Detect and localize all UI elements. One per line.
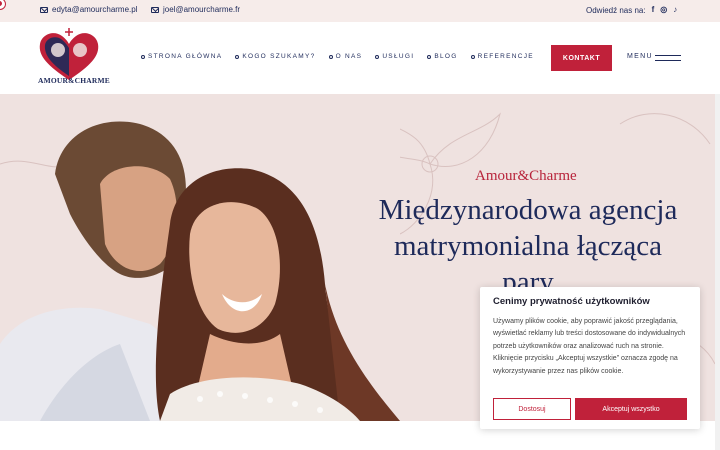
customize-cookies-button[interactable]: Dostosuj [493, 398, 571, 420]
contact-button[interactable]: KONTAKT [551, 45, 612, 71]
social-links: Odwiedź nas na: f ◎ ♪ [586, 5, 677, 15]
nav-label: REFERENCJE [477, 53, 534, 60]
page-scrollbar[interactable] [715, 94, 720, 450]
nav-item-home[interactable]: STRONA GŁÓWNA [141, 53, 222, 60]
diamond-icon [235, 54, 240, 59]
cookie-description: Używamy plików cookie, aby poprawić jako… [493, 318, 686, 375]
nav-label: KOGO SZUKAMY? [242, 53, 316, 60]
email-link-edyta[interactable]: edyta@amourcharme.pl [40, 5, 138, 14]
diamond-icon [141, 54, 145, 59]
hero-heading: Międzynarodowa agencja matrymonialna łąc… [378, 194, 678, 298]
nav-item-who-we-seek[interactable]: KOGO SZUKAMY? [235, 53, 315, 60]
hamburger-menu-icon[interactable] [655, 55, 681, 61]
cookie-title: Cenimy prywatność użytkowników [493, 296, 650, 307]
nav-label: BLOG [434, 53, 458, 60]
accept-all-cookies-button[interactable]: Akceptuj wszystko [575, 398, 687, 420]
couple-photo-image [0, 94, 400, 421]
visit-label: Odwiedź nas na: [586, 5, 646, 15]
mail-icon [151, 6, 159, 13]
logo-text: AMOUR&CHARME [38, 76, 110, 85]
cookie-actions: Dostosuj Akceptuj wszystko [493, 398, 687, 420]
facebook-icon[interactable]: f [652, 5, 655, 15]
mail-icon [40, 6, 48, 13]
email-text: edyta@amourcharme.pl [52, 5, 138, 14]
diamond-icon [328, 54, 333, 59]
nav-item-about[interactable]: O NAS [328, 53, 363, 60]
nav-item-blog[interactable]: BLOG [427, 53, 457, 60]
nav-label: O NAS [335, 53, 363, 60]
instagram-icon[interactable]: ◎ [660, 5, 667, 15]
tiktok-icon[interactable]: ♪ [673, 5, 677, 15]
diamond-icon [470, 54, 475, 59]
diamond-icon [427, 54, 432, 59]
accessibility-icon[interactable] [0, 0, 6, 10]
main-nav: STRONA GŁÓWNA KOGO SZUKAMY? O NAS USŁUGI… [141, 53, 534, 60]
nav-label: USŁUGI [382, 53, 415, 60]
hero-brand-name: Amour&Charme [475, 168, 577, 184]
menu-label[interactable]: MENU [627, 53, 653, 60]
diamond-icon [375, 54, 380, 59]
site-header: AMOUR&CHARME STRONA GŁÓWNA KOGO SZUKAMY?… [0, 22, 720, 94]
email-link-joel[interactable]: joel@amourcharme.fr [151, 5, 240, 14]
nav-label: STRONA GŁÓWNA [148, 53, 223, 60]
email-text: joel@amourcharme.fr [163, 5, 241, 14]
top-bar: edyta@amourcharme.pl joel@amourcharme.fr… [0, 0, 720, 22]
nav-item-references[interactable]: REFERENCJE [470, 53, 534, 60]
nav-item-services[interactable]: USŁUGI [375, 53, 414, 60]
cookie-consent-banner: Cenimy prywatność użytkowników Używamy p… [480, 287, 700, 429]
